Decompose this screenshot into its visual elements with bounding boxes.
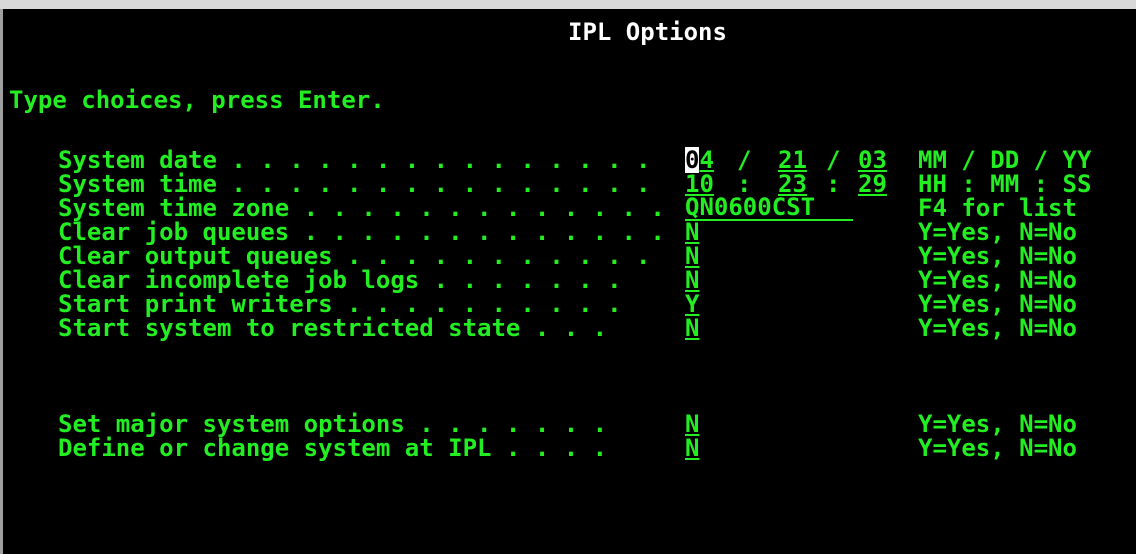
- terminal-screen: IPL Options Type choices, press Enter. S…: [0, 9, 1136, 554]
- start-system-restricted-label: Start system to restricted state . . .: [58, 314, 608, 342]
- instruction-text: Type choices, press Enter.: [9, 86, 385, 114]
- screen-title: IPL Options: [568, 18, 727, 46]
- define-or-change-system-field[interactable]: N: [685, 435, 699, 461]
- define-or-change-system-label: Define or change system at IPL . . . .: [58, 434, 608, 462]
- time-separator-2: :: [826, 170, 841, 198]
- start-system-restricted-hint: Y=Yes, N=No: [918, 314, 1077, 342]
- start-system-restricted-field[interactable]: N: [685, 315, 699, 341]
- system-time-second-field[interactable]: 29: [858, 171, 887, 197]
- system-time-zone-field[interactable]: QN0600CST: [685, 195, 853, 221]
- define-or-change-system-hint: Y=Yes, N=No: [918, 434, 1077, 462]
